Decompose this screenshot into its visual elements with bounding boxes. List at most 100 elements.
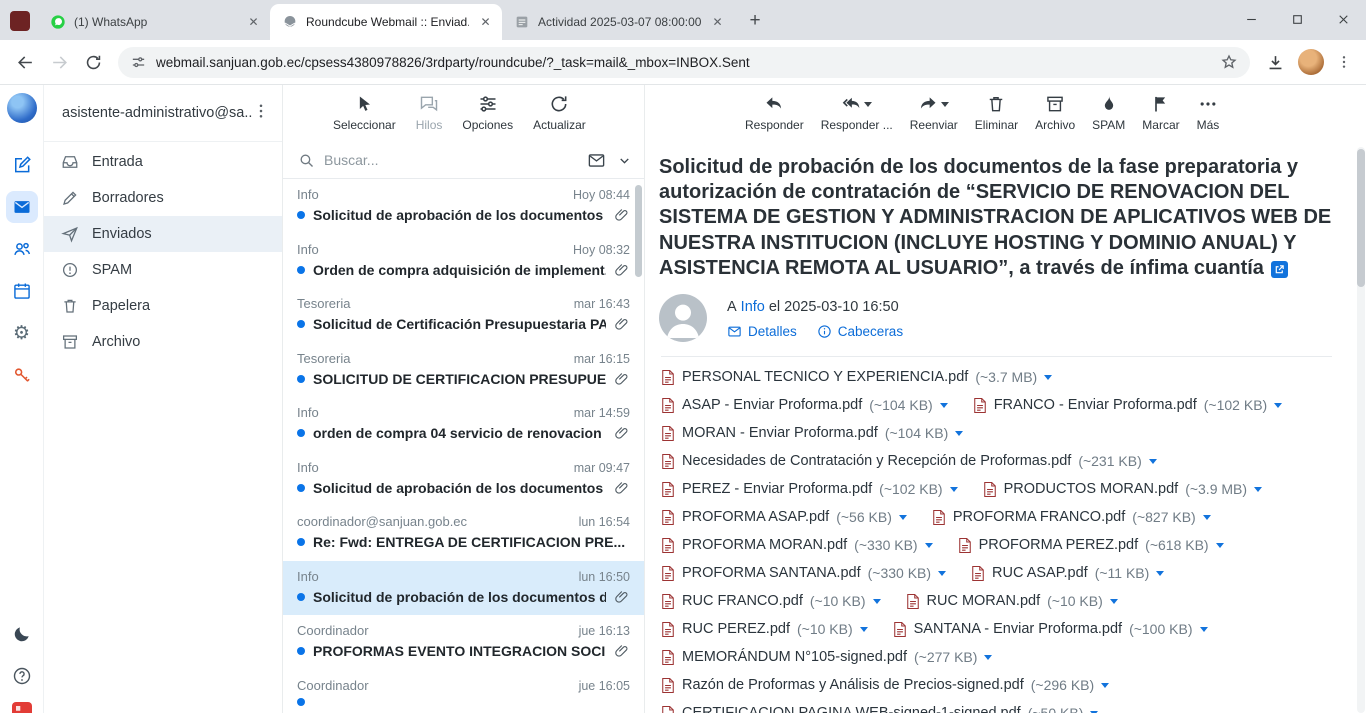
attachment-menu-caret-icon[interactable] (1274, 403, 1282, 412)
browser-menu-icon[interactable] (1332, 50, 1356, 74)
attachment-menu-caret-icon[interactable] (1254, 487, 1262, 496)
dropdown-caret-icon[interactable] (864, 102, 872, 111)
attachment-name[interactable]: Necesidades de Contratación y Recepción … (682, 453, 1071, 469)
password-key-icon[interactable] (6, 359, 38, 391)
toolbar-button[interactable]: Marcar (1142, 94, 1179, 132)
mail-icon[interactable] (6, 191, 38, 223)
attachment[interactable]: RUC FRANCO.pdf (~10 KB) (661, 592, 881, 611)
address-bar[interactable]: webmail.sanjuan.gob.ec/cpsess4380978826/… (118, 47, 1250, 78)
dropdown-caret-icon[interactable] (941, 102, 949, 111)
attachment[interactable]: PROFORMA PEREZ.pdf (~618 KB) (958, 536, 1224, 555)
attachment-menu-caret-icon[interactable] (1200, 627, 1208, 636)
attachment[interactable]: FRANCO - Enviar Proforma.pdf (~102 KB) (973, 396, 1283, 415)
toolbar-button[interactable]: Reenviar (910, 94, 958, 132)
message-row[interactable]: Tesoreria mar 16:15 SOLICITUD DE CERTIFI… (283, 343, 644, 398)
attachment[interactable]: PROFORMA FRANCO.pdf (~827 KB) (932, 508, 1211, 527)
toolbar-button[interactable]: SPAM (1092, 94, 1125, 132)
attachment-name[interactable]: FRANCO - Enviar Proforma.pdf (994, 397, 1197, 413)
tab-close-icon[interactable]: ✕ (245, 14, 262, 31)
search-input[interactable] (324, 152, 578, 168)
downloads-icon[interactable] (1260, 47, 1290, 77)
back-icon[interactable] (10, 47, 40, 77)
toolbar-button[interactable]: Responder ... (821, 94, 893, 132)
calendar-icon[interactable] (6, 275, 38, 307)
attachment[interactable]: SANTANA - Enviar Proforma.pdf (~100 KB) (893, 620, 1208, 639)
attachment[interactable]: Razón de Proformas y Análisis de Precios… (661, 676, 1109, 695)
list-scrollbar-thumb[interactable] (635, 185, 642, 277)
attachment-name[interactable]: PROFORMA SANTANA.pdf (682, 565, 861, 581)
attachment-menu-caret-icon[interactable] (873, 599, 881, 608)
toolbar-button[interactable]: Más (1197, 94, 1220, 132)
attachment-name[interactable]: SANTANA - Enviar Proforma.pdf (914, 621, 1122, 637)
message-row[interactable]: Tesoreria mar 16:43 Solicitud de Certifi… (283, 288, 644, 343)
message-row[interactable]: Coordinador jue 16:05 (283, 670, 644, 713)
attachment[interactable]: PROFORMA ASAP.pdf (~56 KB) (661, 508, 907, 527)
attachment-menu-caret-icon[interactable] (899, 515, 907, 524)
browser-tab[interactable]: Actividad 2025-03-07 08:00:00... ✕ (502, 4, 734, 40)
attachment-name[interactable]: PROFORMA MORAN.pdf (682, 537, 847, 553)
attachment-name[interactable]: RUC MORAN.pdf (927, 593, 1041, 609)
attachment-name[interactable]: PROFORMA PEREZ.pdf (979, 537, 1139, 553)
new-tab-button[interactable]: + (742, 8, 768, 34)
message-row[interactable]: Info lun 16:50 Solicitud de probación de… (283, 561, 644, 616)
attachment-menu-caret-icon[interactable] (925, 543, 933, 552)
attachment[interactable]: ASAP - Enviar Proforma.pdf (~104 KB) (661, 396, 948, 415)
attachment-menu-caret-icon[interactable] (1216, 543, 1224, 552)
maximize-icon[interactable] (1274, 0, 1320, 38)
toolbar-button[interactable]: Seleccionar (333, 94, 396, 132)
contacts-icon[interactable] (6, 233, 38, 265)
attachment[interactable]: PRODUCTOS MORAN.pdf (~3.9 MB) (983, 480, 1262, 499)
details-link[interactable]: Detalles (727, 324, 797, 339)
folder-item[interactable]: Borradores (44, 180, 282, 216)
message-row[interactable]: Info mar 09:47 Solicitud de aprobación d… (283, 452, 644, 507)
attachment[interactable]: PROFORMA MORAN.pdf (~330 KB) (661, 536, 933, 555)
message-row[interactable]: Info Hoy 08:32 Orden de compra adquisici… (283, 234, 644, 289)
attachment[interactable]: MORAN - Enviar Proforma.pdf (~104 KB) (661, 424, 963, 443)
attachment-name[interactable]: RUC PEREZ.pdf (682, 621, 790, 637)
attachment-menu-caret-icon[interactable] (1110, 599, 1118, 608)
search-options-chevron-icon[interactable] (617, 153, 632, 168)
attachment[interactable]: RUC MORAN.pdf (~10 KB) (906, 592, 1118, 611)
attachment-name[interactable]: ASAP - Enviar Proforma.pdf (682, 397, 862, 413)
compose-icon[interactable] (6, 149, 38, 181)
tab-close-icon[interactable]: ✕ (477, 14, 494, 31)
attachment-name[interactable]: PERSONAL TECNICO Y EXPERIENCIA.pdf (682, 369, 968, 385)
attachment-menu-caret-icon[interactable] (1156, 571, 1164, 580)
dark-mode-moon-icon[interactable] (6, 618, 38, 650)
attachment-name[interactable]: PROFORMA FRANCO.pdf (953, 509, 1125, 525)
attachment-menu-caret-icon[interactable] (1101, 683, 1109, 692)
folder-item[interactable]: SPAM (44, 252, 282, 288)
attachment-menu-caret-icon[interactable] (955, 431, 963, 440)
attachment-name[interactable]: CERTIFICACION PAGINA WEB-signed-1-signed… (682, 705, 1021, 713)
attachment-menu-caret-icon[interactable] (1044, 375, 1052, 384)
tab-close-icon[interactable]: ✕ (709, 14, 726, 31)
attachment[interactable]: Necesidades de Contratación y Recepción … (661, 452, 1157, 471)
search-scope-mail-icon[interactable] (587, 151, 606, 170)
toolbar-button[interactable]: Eliminar (975, 94, 1018, 132)
reload-icon[interactable] (78, 47, 108, 77)
browser-tab[interactable]: Roundcube Webmail :: Enviad... ✕ (270, 4, 502, 40)
message-row[interactable]: Info mar 14:59 orden de compra 04 servic… (283, 397, 644, 452)
folder-item[interactable]: Archivo (44, 324, 282, 360)
account-menu-icon[interactable] (252, 102, 274, 124)
open-in-new-window-icon[interactable] (1271, 261, 1288, 278)
toolbar-button[interactable]: Hilos (416, 94, 443, 132)
headers-link[interactable]: Cabeceras (817, 324, 903, 339)
toolbar-button[interactable]: Opciones (462, 94, 513, 132)
attachment[interactable]: PROFORMA SANTANA.pdf (~330 KB) (661, 564, 946, 583)
recipient-link[interactable]: Info (741, 299, 765, 315)
browser-tab[interactable]: (1) WhatsApp ✕ (38, 4, 270, 40)
attachment-name[interactable]: MEMORÁNDUM N°105-signed.pdf (682, 649, 907, 665)
attachment-name[interactable]: MORAN - Enviar Proforma.pdf (682, 425, 878, 441)
settings-gear-icon[interactable]: ⚙ (6, 317, 38, 349)
attachment[interactable]: RUC ASAP.pdf (~11 KB) (971, 564, 1164, 583)
message-row[interactable]: Info Hoy 08:44 Solicitud de aprobación d… (283, 179, 644, 234)
attachment-name[interactable]: PRODUCTOS MORAN.pdf (1004, 481, 1179, 497)
site-settings-icon[interactable] (130, 54, 147, 71)
profile-avatar[interactable] (1298, 49, 1324, 75)
attachment-menu-caret-icon[interactable] (940, 403, 948, 412)
message-row[interactable]: Coordinador jue 16:13 PROFORMAS EVENTO I… (283, 615, 644, 670)
help-icon[interactable] (6, 660, 38, 692)
attachment-menu-caret-icon[interactable] (938, 571, 946, 580)
attachment[interactable]: MEMORÁNDUM N°105-signed.pdf (~277 KB) (661, 648, 992, 667)
